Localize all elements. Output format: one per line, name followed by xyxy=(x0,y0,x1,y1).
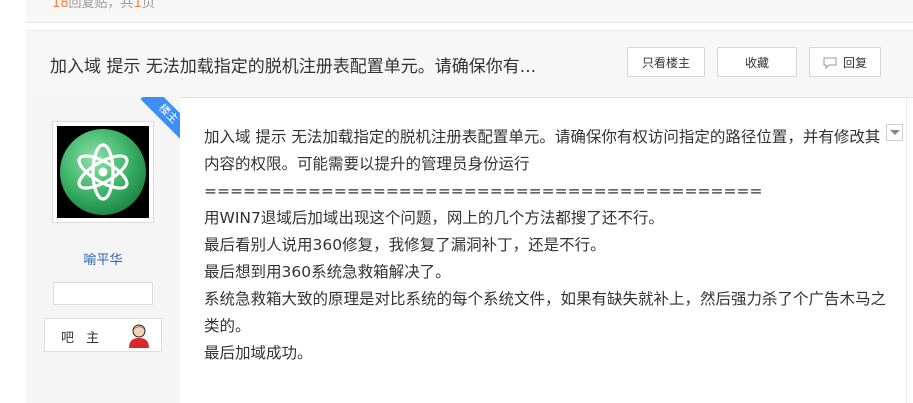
thread-title-bar: 加入域 提示 无法加载指定的脱机注册表配置单元。请确保你有... 只看楼主 收藏… xyxy=(26,30,913,98)
right-divider xyxy=(906,97,907,403)
post-line: 系统急救箱大致的原理是对比系统的每个系统文件，如果有缺失就补上，然后强力杀了个广… xyxy=(204,290,887,335)
post-line: ========================================… xyxy=(204,182,763,200)
avatar[interactable] xyxy=(52,121,154,223)
author-username[interactable]: 喻平华 xyxy=(26,249,180,268)
post-menu-dropdown[interactable] xyxy=(886,124,903,141)
person-icon xyxy=(129,324,149,348)
reply-count-mid: 回复贴，共 xyxy=(68,0,134,11)
reply-icon xyxy=(823,57,837,69)
post-line: 加入域 提示 无法加载指定的脱机注册表配置单元。请确保你有权访问指定的路径位置，… xyxy=(204,128,881,173)
page: 18回复贴，共1页 加入域 提示 无法加载指定的脱机注册表配置单元。请确保你有.… xyxy=(0,0,913,403)
post-line: 最后加域成功。 xyxy=(204,344,313,362)
post-line: 最后想到用360系统急救箱解决了。 xyxy=(204,263,451,281)
post-content: 加入域 提示 无法加载指定的脱机注册表配置单元。请确保你有权访问指定的路径位置，… xyxy=(204,124,889,367)
favorite-button[interactable]: 收藏 xyxy=(717,47,797,77)
level-badge xyxy=(53,282,153,305)
avatar-image xyxy=(57,126,149,218)
post-line: 最后看别人说用360修复，我修复了漏洞补丁，还是不行。 xyxy=(204,236,606,254)
role-badge: 吧 主 xyxy=(44,318,162,352)
only-louzhu-button[interactable]: 只看楼主 xyxy=(627,47,705,77)
post-line: 用WIN7退域后加域出现这个问题，网上的几个方法都搜了还不行。 xyxy=(204,209,664,227)
atom-icon xyxy=(60,129,146,215)
reply-button[interactable]: 回复 xyxy=(809,47,881,77)
page-count-suffix: 页 xyxy=(141,0,155,11)
thread-title: 加入域 提示 无法加载指定的脱机注册表配置单元。请确保你有... xyxy=(50,57,537,77)
role-label: 吧 主 xyxy=(61,331,104,346)
reply-count-text: 18回复贴，共1页 xyxy=(52,0,155,11)
reply-count-number: 18 xyxy=(52,0,69,11)
reply-button-label: 回复 xyxy=(842,56,867,70)
page-count-number: 1 xyxy=(133,0,142,11)
reply-count-strip: 18回复贴，共1页 xyxy=(26,0,913,23)
